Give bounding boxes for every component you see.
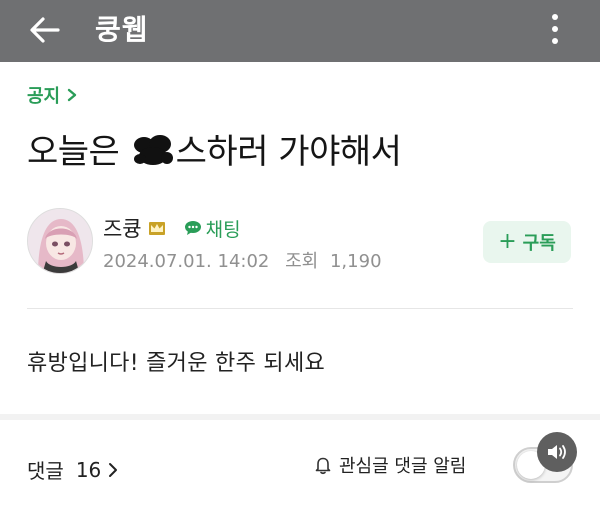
chat-label: 채팅: [205, 218, 241, 241]
plus-icon: +: [498, 229, 517, 254]
speaker-icon: [548, 445, 566, 459]
avatar-image: [28, 209, 92, 273]
divider: [27, 308, 573, 309]
post-date: 2024.07.01. 14:02: [103, 251, 270, 272]
comments-link[interactable]: 댓글 16: [27, 455, 119, 484]
subscribe-label: 구독: [522, 233, 556, 254]
board-link[interactable]: 공지: [27, 82, 77, 108]
app-title: 쿵웹: [95, 13, 149, 46]
comment-notify: 관심글 댓글 알림: [313, 452, 466, 478]
notify-label: 관심글 댓글 알림: [339, 456, 467, 477]
comments-count: 16: [75, 457, 102, 482]
author-avatar[interactable]: [27, 208, 93, 274]
views-label: 조회: [285, 251, 319, 272]
post-title: 오늘은 스하러 가야해서: [27, 127, 402, 177]
chat-bubble-icon: [184, 221, 201, 235]
crown-badge-icon: [148, 222, 165, 235]
more-dot: [552, 26, 558, 32]
author-row: 즈큥 채팅: [103, 213, 241, 243]
views-count: 1,190: [329, 251, 382, 272]
chat-link[interactable]: 채팅: [184, 215, 241, 242]
more-vertical-icon: [552, 14, 558, 20]
subscribe-button[interactable]: + 구독: [483, 221, 571, 263]
top-app-bar: 쿵웹: [0, 0, 600, 62]
post-title-part2: 스하러 가야해서: [175, 132, 402, 172]
chevron-right-icon: [109, 462, 118, 477]
arrow-left-icon: [30, 17, 60, 43]
more-options-button[interactable]: [535, 4, 575, 54]
comments-label: 댓글: [27, 459, 64, 483]
board-label: 공지: [27, 86, 61, 107]
back-button[interactable]: [24, 9, 66, 51]
section-separator: [0, 414, 600, 420]
sound-button[interactable]: [537, 432, 577, 472]
more-dot: [552, 38, 558, 44]
post-meta: 2024.07.01. 14:02 조회 1,190: [103, 247, 382, 273]
chevron-right-icon: [67, 88, 77, 102]
bell-icon: [315, 457, 331, 475]
author-name[interactable]: 즈큥: [103, 213, 142, 243]
censor-blob-icon: [133, 135, 173, 165]
post-title-part1: 오늘은: [27, 132, 130, 172]
post-body: 휴방입니다! 즐거운 한주 되세요: [27, 351, 326, 376]
